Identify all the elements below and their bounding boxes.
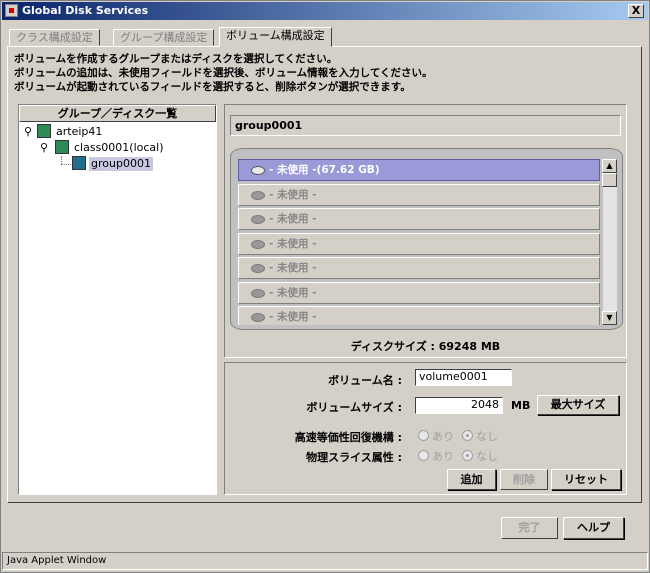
tree-node-group[interactable]: group0001	[89, 157, 153, 171]
title-bar[interactable]: Global Disk Services	[2, 2, 648, 20]
radio-icon	[462, 450, 473, 461]
volume-slot[interactable]: - 未使用 -	[238, 257, 600, 279]
help-button[interactable]: ヘルプ	[563, 517, 624, 539]
tab-class-settings[interactable]: クラス構成設定	[9, 29, 100, 46]
volume-list: - 未使用 -(67.62 GB) - 未使用 - - 未使用 - - 未使用 …	[236, 157, 602, 325]
tree-expand-key-icon[interactable]: ⚲	[24, 126, 32, 138]
done-button[interactable]: 完了	[501, 517, 558, 539]
size-unit-label: MB	[511, 399, 531, 412]
max-size-button[interactable]: 最大サイズ	[537, 395, 619, 415]
status-bar: Java Applet Window	[2, 552, 648, 570]
disk-icon	[251, 215, 265, 224]
close-button[interactable]: X	[628, 4, 644, 18]
group-label: group0001	[230, 115, 621, 136]
tree-header: グループ／ディスク一覧	[19, 105, 216, 122]
slice-label: 物理スライス属性 :	[306, 451, 402, 464]
radio-icon	[418, 450, 429, 461]
disk-icon	[251, 240, 265, 249]
app-icon	[5, 4, 18, 17]
disk-icon	[251, 289, 265, 298]
disk-icon	[251, 313, 265, 322]
instruction-line: ボリュームが起動されているフィールドを選択すると、削除ボタンが選択できます。	[14, 81, 411, 93]
disk-icon	[251, 166, 265, 175]
jrm-off-radio[interactable]: なし	[462, 428, 498, 444]
slice-off-radio[interactable]: なし	[462, 448, 498, 464]
window-title: Global Disk Services	[22, 4, 149, 17]
disk-size-label: ディスクサイズ : 69248 MB	[350, 340, 501, 353]
tree-node-class[interactable]: class0001(local)	[74, 141, 164, 155]
volume-slot[interactable]: - 未使用 -	[238, 306, 600, 325]
delete-button[interactable]: 削除	[500, 469, 548, 490]
tree-line	[61, 156, 62, 164]
tab-volume-settings[interactable]: ボリューム構成設定	[219, 27, 332, 47]
instruction-line: ボリュームの追加は、未使用フィールドを選択後、ボリューム情報を入力してください。	[14, 67, 433, 79]
node-icon	[37, 124, 51, 138]
volume-size-label: ボリュームサイズ :	[306, 401, 402, 414]
radio-icon	[462, 430, 473, 441]
slice-on-radio[interactable]: あり	[418, 448, 454, 464]
tree-expand-key-icon[interactable]: ⚲	[40, 142, 48, 154]
volume-slot[interactable]: - 未使用 -	[238, 282, 600, 304]
volume-size-input[interactable]: 2048	[415, 397, 503, 414]
volume-slot[interactable]: - 未使用 -	[238, 233, 600, 255]
jrm-label: 高速等価性回復機構 :	[294, 431, 402, 444]
volume-name-input[interactable]: volume0001	[415, 369, 512, 386]
radio-icon	[418, 430, 429, 441]
volume-slot[interactable]: - 未使用 -(67.62 GB)	[238, 159, 600, 181]
volume-slot[interactable]: - 未使用 -	[238, 208, 600, 230]
scroll-down-icon[interactable]: ▼	[602, 311, 617, 325]
scroll-up-icon[interactable]: ▲	[602, 159, 617, 173]
group-icon	[72, 156, 86, 170]
volume-name-label: ボリューム名 :	[328, 374, 402, 387]
scroll-thumb[interactable]	[602, 173, 617, 187]
tab-group-settings[interactable]: グループ構成設定	[113, 29, 215, 46]
class-icon	[55, 140, 69, 154]
volume-slot[interactable]: - 未使用 -	[238, 184, 600, 206]
add-button[interactable]: 追加	[447, 469, 496, 490]
tree-line	[61, 164, 71, 165]
disk-icon	[251, 264, 265, 273]
jrm-on-radio[interactable]: あり	[418, 428, 454, 444]
disk-icon	[251, 191, 265, 200]
tree-node-host[interactable]: arteip41	[56, 125, 102, 139]
reset-button[interactable]: リセット	[551, 469, 621, 490]
instruction-line: ボリュームを作成するグループまたはディスクを選択してください。	[14, 53, 338, 65]
